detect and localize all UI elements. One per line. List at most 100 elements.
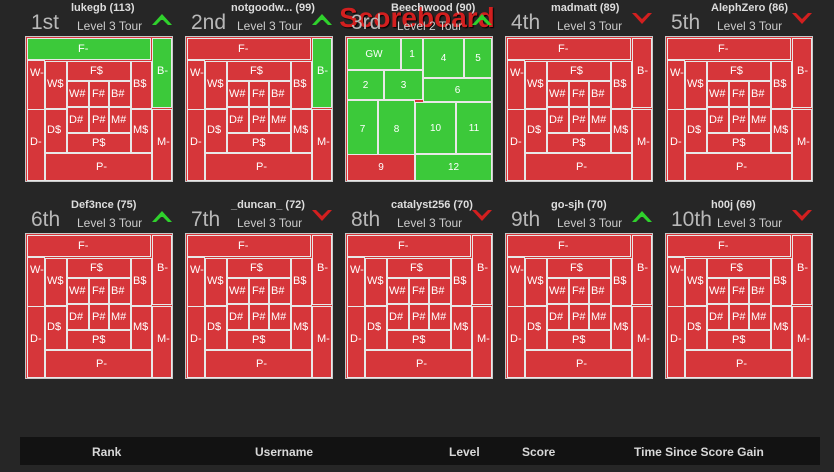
level-region[interactable]: F# xyxy=(409,278,429,304)
level-region[interactable]: P# xyxy=(89,304,109,330)
level-region[interactable]: M# xyxy=(269,107,291,133)
column-header-rank[interactable]: Rank xyxy=(92,445,121,459)
level-region[interactable]: B- xyxy=(152,38,172,108)
level-region[interactable]: F$ xyxy=(387,258,451,278)
level-region[interactable]: M- xyxy=(312,306,332,378)
level-region[interactable]: W$ xyxy=(525,258,547,306)
level-region[interactable]: P- xyxy=(525,350,632,378)
level-region[interactable]: F- xyxy=(27,235,151,257)
level-region[interactable]: B- xyxy=(472,235,492,305)
level-region[interactable]: D- xyxy=(507,306,525,378)
level-region[interactable]: W# xyxy=(707,81,729,107)
level-region[interactable]: B$ xyxy=(611,258,632,306)
level-region[interactable]: B# xyxy=(109,278,131,304)
level-region[interactable]: D$ xyxy=(45,306,67,350)
level-region[interactable]: B# xyxy=(589,278,611,304)
level-region[interactable]: F$ xyxy=(547,258,611,278)
username-link[interactable]: h00j (69) xyxy=(711,199,756,211)
level-region[interactable]: M# xyxy=(269,304,291,330)
level-region[interactable]: D- xyxy=(667,109,685,181)
level-region[interactable]: D- xyxy=(667,306,685,378)
level-region[interactable]: P$ xyxy=(227,133,291,153)
level-region[interactable]: P# xyxy=(249,304,269,330)
level-region[interactable]: M- xyxy=(632,306,652,378)
level-tile[interactable]: 1 xyxy=(401,38,423,70)
username-link[interactable]: Def3nce (75) xyxy=(71,199,136,211)
level-region[interactable]: M# xyxy=(749,304,771,330)
level-region[interactable]: F- xyxy=(187,235,311,257)
level-region[interactable]: D$ xyxy=(685,109,707,153)
level-region[interactable]: B$ xyxy=(131,61,152,109)
level-region[interactable]: M# xyxy=(749,107,771,133)
level-region[interactable]: W# xyxy=(547,81,569,107)
level-region[interactable]: P$ xyxy=(67,133,131,153)
username-link[interactable]: lukegb (113) xyxy=(71,2,135,14)
level-region[interactable]: F# xyxy=(89,278,109,304)
level-region[interactable]: F# xyxy=(249,278,269,304)
level-region[interactable]: D- xyxy=(347,306,365,378)
level-region[interactable]: P- xyxy=(45,350,152,378)
level-region[interactable]: W# xyxy=(67,81,89,107)
level-region[interactable]: F- xyxy=(347,235,471,257)
username-link[interactable]: go-sjh (70) xyxy=(551,199,607,211)
level-region[interactable]: P$ xyxy=(707,330,771,350)
level-region[interactable]: D$ xyxy=(205,109,227,153)
level-region[interactable]: D- xyxy=(187,109,205,181)
level-region[interactable]: D# xyxy=(67,107,89,133)
level-region[interactable]: F- xyxy=(187,38,311,60)
level-region[interactable]: W# xyxy=(387,278,409,304)
level-region[interactable]: B- xyxy=(312,38,332,108)
level-region[interactable]: M- xyxy=(792,306,812,378)
level-region[interactable]: B# xyxy=(749,278,771,304)
level-region[interactable]: B- xyxy=(792,38,812,108)
level-region[interactable]: M- xyxy=(152,109,172,181)
level-region[interactable]: M# xyxy=(109,304,131,330)
level-tile[interactable]: 3 xyxy=(384,70,423,100)
level-region[interactable]: F- xyxy=(507,235,631,257)
level-region[interactable]: M- xyxy=(312,109,332,181)
level-region[interactable]: P$ xyxy=(67,330,131,350)
level-region[interactable]: F$ xyxy=(547,61,611,81)
level-region[interactable]: W# xyxy=(227,81,249,107)
level-region[interactable]: B# xyxy=(429,278,451,304)
level-region[interactable]: W$ xyxy=(45,258,67,306)
username-link[interactable]: _duncan_ (72) xyxy=(231,199,305,211)
level-region[interactable]: D- xyxy=(507,109,525,181)
level-region[interactable]: F- xyxy=(667,235,791,257)
level-region[interactable]: M$ xyxy=(291,109,312,153)
level-region[interactable]: F- xyxy=(507,38,631,60)
column-header-username[interactable]: Username xyxy=(255,445,313,459)
level-region[interactable]: D# xyxy=(707,107,729,133)
level-region[interactable]: D$ xyxy=(205,306,227,350)
level-region[interactable]: B$ xyxy=(131,258,152,306)
level-region[interactable]: M$ xyxy=(131,306,152,350)
level-region[interactable]: M$ xyxy=(771,109,792,153)
level-region[interactable]: B# xyxy=(589,81,611,107)
level-region[interactable]: M# xyxy=(109,107,131,133)
level-region[interactable]: M# xyxy=(589,304,611,330)
level-region[interactable]: W$ xyxy=(685,61,707,109)
level-tile[interactable]: 11 xyxy=(456,102,492,154)
level-region[interactable]: D- xyxy=(27,306,45,378)
level-region[interactable]: W# xyxy=(67,278,89,304)
level-region[interactable]: M$ xyxy=(771,306,792,350)
level-tile[interactable]: 8 xyxy=(378,100,415,158)
level-region[interactable]: M# xyxy=(429,304,451,330)
level-tile[interactable]: 2 xyxy=(347,70,384,100)
level-region[interactable]: W# xyxy=(227,278,249,304)
level-region[interactable]: M- xyxy=(152,306,172,378)
level-region[interactable]: P$ xyxy=(547,133,611,153)
level-region[interactable]: P# xyxy=(409,304,429,330)
level-region[interactable]: W$ xyxy=(45,61,67,109)
column-header-level[interactable]: Level xyxy=(449,445,480,459)
level-region[interactable]: D# xyxy=(67,304,89,330)
level-region[interactable]: D# xyxy=(227,304,249,330)
level-tile[interactable]: 7 xyxy=(347,100,378,158)
level-region[interactable]: M$ xyxy=(611,306,632,350)
level-region[interactable]: P- xyxy=(525,153,632,181)
level-region[interactable]: W$ xyxy=(525,61,547,109)
level-tile[interactable]: 9 xyxy=(347,154,415,181)
level-region[interactable]: B# xyxy=(109,81,131,107)
level-region[interactable]: P- xyxy=(685,350,792,378)
level-tile[interactable]: 12 xyxy=(415,154,492,181)
